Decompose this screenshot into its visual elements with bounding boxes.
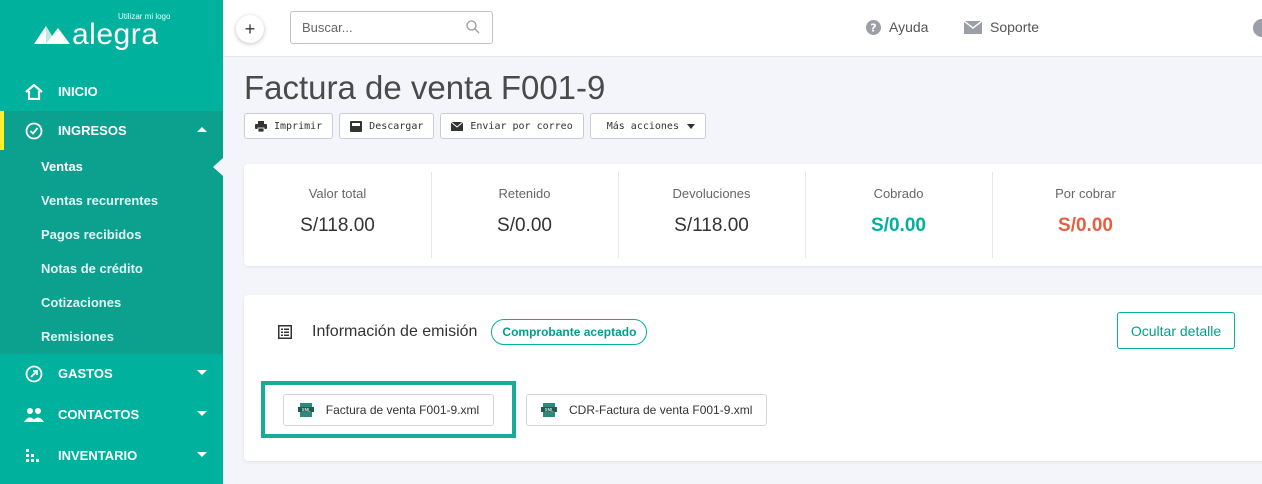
print-button[interactable]: Imprimir xyxy=(244,113,334,139)
summary-value: S/0.00 xyxy=(871,215,926,236)
more-actions-dropdown[interactable]: Más acciones xyxy=(589,113,706,139)
logo[interactable]: Utilizar mi logo alegra xyxy=(0,0,223,57)
main-content: Factura de venta F001-9 Imprimir Descarg… xyxy=(223,57,1262,484)
sidebar-item-ingresos[interactable]: INGRESOS xyxy=(0,111,223,150)
check-circle-icon xyxy=(24,121,44,141)
sidebar-item-inicio[interactable]: INICIO xyxy=(0,72,223,111)
people-icon xyxy=(24,405,44,425)
envelope-icon xyxy=(964,20,982,34)
svg-text:?: ? xyxy=(870,21,876,34)
summary-label: Retenido xyxy=(498,186,551,201)
xml-file-button[interactable]: XML Factura de venta F001-9.xml xyxy=(282,393,495,426)
sidebar-item-label: INGRESOS xyxy=(58,123,127,138)
sidebar-item-inventario[interactable]: INVENTARIO xyxy=(0,436,223,475)
sidebar-subitem-pagos-recibidos[interactable]: Pagos recibidos xyxy=(0,218,223,252)
sidebar-subitem-ventas-recurrentes[interactable]: Ventas recurrentes xyxy=(0,184,223,218)
add-button[interactable]: + xyxy=(236,15,264,43)
list-icon xyxy=(278,325,292,339)
alegra-logo-icon xyxy=(34,26,70,44)
sidebar-subitem-ventas[interactable]: Ventas xyxy=(0,150,223,184)
help-link[interactable]: ? Ayuda xyxy=(866,19,928,35)
svg-text:XML: XML xyxy=(545,407,554,412)
summary-label: Por cobrar xyxy=(1055,186,1116,201)
page-title: Factura de venta F001-9 xyxy=(244,69,606,106)
printer-icon xyxy=(255,120,267,132)
summary-value: S/0.00 xyxy=(497,215,552,236)
status-badge: Comprobante aceptado xyxy=(491,319,648,345)
summary-total: Valor total S/118.00 xyxy=(244,164,431,266)
sidebar-item-gastos[interactable]: GASTOS xyxy=(0,354,223,393)
summary-devoluciones: Devoluciones S/118.00 xyxy=(618,164,805,266)
arrow-circle-icon xyxy=(24,364,44,384)
chevron-down-icon xyxy=(686,123,695,129)
summary-retenido: Retenido S/0.00 xyxy=(431,164,618,266)
summary-label: Devoluciones xyxy=(672,186,751,201)
emission-info-card: Información de emisión Comprobante acept… xyxy=(244,295,1262,461)
sidebar-item-label: CONTACTOS xyxy=(58,407,140,422)
email-label: Enviar por correo xyxy=(470,120,573,132)
sidebar: Utilizar mi logo alegra INICIO INGRESOS … xyxy=(0,0,223,484)
summary-label: Valor total xyxy=(308,186,367,201)
xml-file-icon: XML xyxy=(541,402,557,417)
cdr-file-button[interactable]: XML CDR-Factura de venta F001-9.xml xyxy=(526,393,768,426)
search-box xyxy=(290,11,493,44)
invoice-summary: Valor total S/118.00 Retenido S/0.00 Dev… xyxy=(244,164,1262,266)
envelope-icon xyxy=(451,121,464,131)
home-icon xyxy=(24,82,44,102)
email-button[interactable]: Enviar por correo xyxy=(440,113,584,139)
inventory-icon xyxy=(24,446,44,466)
summary-value: S/118.00 xyxy=(300,215,375,236)
sidebar-subitem-remisiones[interactable]: Remisiones xyxy=(0,320,223,354)
summary-value: S/0.00 xyxy=(1058,215,1113,236)
action-toolbar: Imprimir Descargar Enviar por correo Más… xyxy=(244,113,706,139)
sidebar-subitem-cotizaciones[interactable]: Cotizaciones xyxy=(0,286,223,320)
highlighted-file-frame: XML Factura de venta F001-9.xml xyxy=(261,381,516,438)
xml-file-label: Factura de venta F001-9.xml xyxy=(325,402,480,417)
user-avatar[interactable] xyxy=(1253,19,1262,37)
sidebar-item-label: GASTOS xyxy=(58,366,113,381)
question-circle-icon: ? xyxy=(866,19,881,35)
support-link[interactable]: Soporte xyxy=(964,19,1039,35)
chevron-up-icon xyxy=(197,127,207,132)
help-label: Ayuda xyxy=(889,19,929,35)
summary-value: S/118.00 xyxy=(674,215,749,236)
xml-file-icon: XML xyxy=(297,402,314,417)
more-actions-label: Más acciones xyxy=(606,120,679,132)
sidebar-nav: INICIO INGRESOS Ventas Ventas recurrente… xyxy=(0,72,223,475)
svg-text:XML: XML xyxy=(301,407,310,412)
download-icon xyxy=(350,120,363,132)
emission-title: Información de emisión xyxy=(312,323,478,340)
search-input[interactable] xyxy=(291,12,451,43)
sidebar-item-label: INICIO xyxy=(58,84,98,99)
chevron-down-icon xyxy=(197,370,207,375)
download-button[interactable]: Descargar xyxy=(339,113,435,139)
chevron-down-icon xyxy=(197,411,207,416)
hide-detail-button[interactable]: Ocultar detalle xyxy=(1117,312,1235,349)
download-label: Descargar xyxy=(369,120,424,132)
topbar: + ? Ayuda Soporte xyxy=(223,0,1262,57)
chevron-down-icon xyxy=(197,452,207,457)
search-icon[interactable] xyxy=(466,20,480,34)
summary-por-cobrar: Por cobrar S/0.00 xyxy=(992,164,1179,266)
sidebar-subitem-notas-credito[interactable]: Notas de crédito xyxy=(0,252,223,286)
summary-label: Cobrado xyxy=(873,186,924,201)
ingresos-submenu: Ventas Ventas recurrentes Pagos recibido… xyxy=(0,150,223,354)
support-label: Soporte xyxy=(990,19,1040,35)
sidebar-item-label: INVENTARIO xyxy=(58,448,138,463)
cdr-file-label: CDR-Factura de venta F001-9.xml xyxy=(569,402,753,417)
xml-files: XML Factura de venta F001-9.xml XML CDR-… xyxy=(261,381,768,438)
logo-text: alegra xyxy=(72,18,159,51)
sidebar-item-contactos[interactable]: CONTACTOS xyxy=(0,395,223,434)
print-label: Imprimir xyxy=(274,120,323,132)
emission-header: Información de emisión Comprobante acept… xyxy=(278,319,648,345)
summary-cobrado: Cobrado S/0.00 xyxy=(805,164,992,266)
